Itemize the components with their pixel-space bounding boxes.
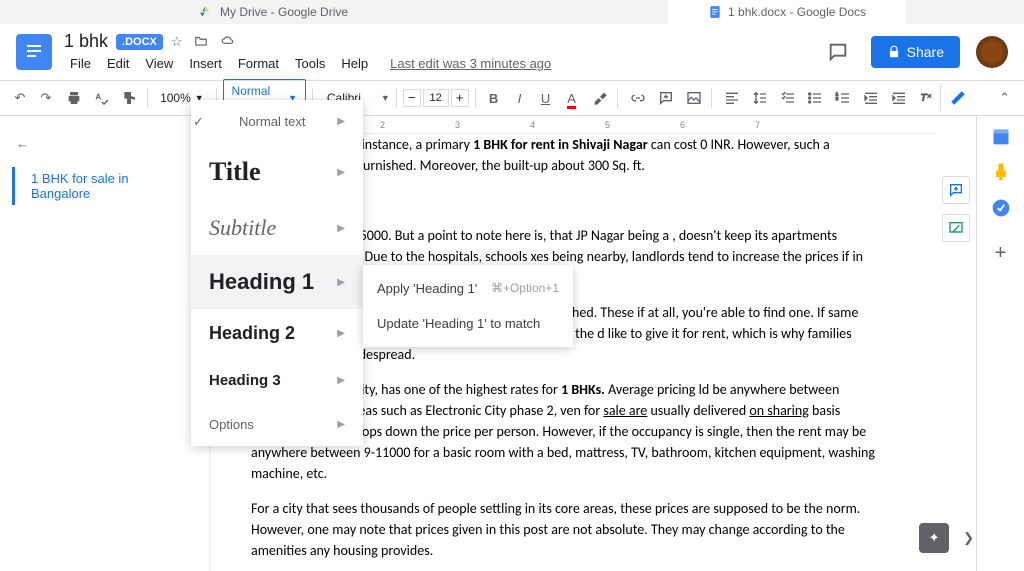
outline-item[interactable]: 1 BHK for sale in Bangalore [12, 167, 183, 205]
browser-tabs: My Drive - Google Drive 1 bhk.docx - Goo… [0, 0, 1024, 24]
star-icon[interactable]: ☆ [171, 34, 183, 50]
underline-button[interactable]: U [534, 85, 558, 112]
menu-format[interactable]: Format [232, 54, 285, 73]
last-edit-link[interactable]: Last edit was 3 minutes ago [384, 54, 557, 73]
print-button[interactable] [60, 84, 86, 112]
paint-format-button[interactable] [115, 84, 141, 112]
toolbar: ↶ ↷ A 100%▼ Normal text▼ Calibri ▼ − 12 … [0, 80, 1024, 116]
share-label: Share [907, 44, 944, 60]
style-heading-2[interactable]: Heading 2▶ [191, 309, 363, 358]
cloud-icon[interactable] [219, 34, 237, 50]
drive-icon [200, 5, 214, 19]
calendar-icon[interactable] [991, 126, 1011, 146]
indent-inc-button[interactable] [885, 84, 911, 112]
numbered-list-button[interactable]: 12 [829, 84, 855, 112]
explore-button[interactable]: ✦ [919, 523, 949, 553]
body-paragraph[interactable]: For a city that sees thousands of people… [251, 498, 876, 561]
styles-dropdown: ✓ Normal text▶ Title▶ Subtitle▶ Heading … [191, 100, 363, 446]
outline-panel: ← 1 BHK for sale in Bangalore [0, 116, 195, 571]
menu-file[interactable]: File [64, 54, 97, 73]
menu-edit[interactable]: Edit [101, 54, 135, 73]
tab-label: 1 bhk.docx - Google Docs [728, 5, 866, 19]
bulleted-list-button[interactable] [801, 84, 827, 112]
text-color-button[interactable]: A [560, 85, 584, 112]
fontsize-group: − 12 + [403, 89, 469, 107]
line-spacing-button[interactable] [746, 84, 772, 112]
titlebar: 1 bhk .DOCX ☆ File Edit View Insert Form… [0, 24, 1024, 80]
suggest-edit-side-button[interactable] [942, 214, 970, 242]
checklist-button[interactable] [774, 84, 800, 112]
style-options[interactable]: Options▶ [191, 403, 363, 446]
check-icon: ✓ [193, 114, 204, 130]
add-addon-button[interactable]: + [995, 242, 1007, 265]
editing-mode-button[interactable] [940, 85, 991, 111]
menu-bar: File Edit View Insert Format Tools Help … [64, 54, 821, 73]
style-heading-3[interactable]: Heading 3▶ [191, 358, 363, 403]
style-title[interactable]: Title▶ [191, 143, 363, 201]
menu-help[interactable]: Help [335, 54, 374, 73]
link-button[interactable] [624, 84, 650, 112]
svg-text:A: A [95, 92, 101, 101]
add-comment-side-button[interactable] [942, 176, 970, 204]
docs-icon [708, 5, 722, 19]
style-heading-1[interactable]: Heading 1▶ [191, 255, 363, 309]
svg-text:2: 2 [836, 96, 839, 101]
move-icon[interactable] [193, 34, 209, 50]
tasks-icon[interactable] [991, 198, 1011, 218]
share-button[interactable]: Share [871, 36, 960, 68]
image-button[interactable] [680, 84, 706, 112]
undo-button[interactable]: ↶ [8, 84, 32, 112]
redo-button[interactable]: ↷ [34, 84, 58, 112]
back-arrow-icon[interactable]: ← [12, 132, 183, 155]
highlight-button[interactable] [586, 84, 612, 112]
tab-drive[interactable]: My Drive - Google Drive [160, 0, 388, 24]
menu-tools[interactable]: Tools [289, 54, 331, 73]
bold-button[interactable]: B [482, 85, 506, 112]
docx-badge: .DOCX [116, 34, 163, 50]
fontsize-inc[interactable]: + [451, 89, 469, 107]
style-normal-text[interactable]: ✓ Normal text▶ [191, 100, 363, 143]
clear-format-button[interactable]: T [912, 84, 938, 112]
fontsize-value[interactable]: 12 [423, 89, 449, 107]
side-rail: + [976, 116, 1024, 571]
comment-add-button[interactable] [652, 84, 678, 112]
comment-strip [936, 116, 976, 571]
style-subtitle[interactable]: Subtitle▶ [191, 201, 363, 255]
comments-button[interactable] [821, 35, 855, 69]
docs-logo[interactable] [16, 34, 52, 70]
align-button[interactable] [718, 84, 744, 112]
tab-label: My Drive - Google Drive [220, 5, 348, 19]
fontsize-dec[interactable]: − [403, 89, 421, 107]
spellcheck-button[interactable]: A [88, 84, 114, 112]
keep-icon[interactable] [991, 162, 1011, 182]
collapse-toolbar-button[interactable]: ⌃ [993, 84, 1016, 112]
side-panel-toggle[interactable]: ❯ [963, 530, 974, 546]
italic-button[interactable]: I [508, 85, 532, 112]
menu-insert[interactable]: Insert [183, 54, 228, 73]
indent-dec-button[interactable] [857, 84, 883, 112]
update-heading-1[interactable]: Update 'Heading 1' to match [363, 306, 573, 341]
lock-icon [887, 45, 901, 59]
apply-heading-1[interactable]: Apply 'Heading 1' ⌘+Option+1 [363, 271, 573, 306]
menu-view[interactable]: View [139, 54, 179, 73]
heading-submenu: Apply 'Heading 1' ⌘+Option+1 Update 'Hea… [363, 265, 573, 347]
svg-text:T: T [921, 93, 928, 103]
avatar[interactable] [976, 36, 1008, 68]
tab-docs[interactable]: 1 bhk.docx - Google Docs [668, 0, 906, 24]
document-title[interactable]: 1 bhk [64, 31, 108, 52]
